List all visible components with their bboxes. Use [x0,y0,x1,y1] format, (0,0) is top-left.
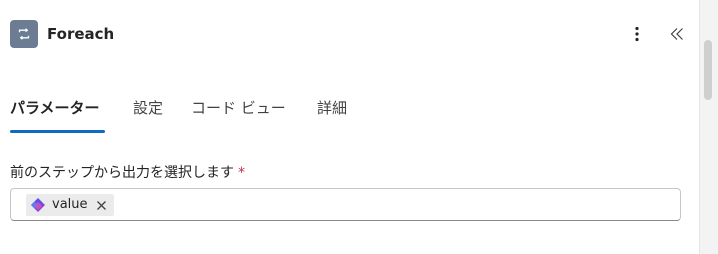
close-icon [97,200,106,210]
value-token[interactable]: value [26,194,114,216]
field-label-text: 前のステップから出力を選択します [10,165,234,181]
tab-details[interactable]: 詳細 [317,96,347,120]
more-vertical-icon [635,26,639,42]
more-options-button[interactable] [627,22,647,46]
action-details-panel: Foreach パラメーター 設定 コード ビュー 詳細 前のステップから出力を… [0,0,718,254]
loop-icon [10,20,38,48]
collapse-panel-button[interactable] [666,22,688,46]
dynamic-content-icon [29,196,47,214]
scrollbar-thumb[interactable] [704,40,712,100]
active-tab-indicator [10,130,105,133]
previous-step-output-input[interactable]: value [10,188,681,221]
remove-token-button[interactable] [96,199,108,211]
double-chevron-left-icon [670,28,683,40]
panel-header: Foreach [10,20,690,48]
tab-settings[interactable]: 設定 [133,96,163,120]
token-label: value [52,197,88,212]
tab-code-view[interactable]: コード ビュー [191,96,286,120]
action-title[interactable]: Foreach [47,24,114,44]
panel-scrollbar[interactable] [699,0,718,254]
tab-parameters[interactable]: パラメーター [10,96,100,120]
required-mark: * [238,165,245,181]
field-label: 前のステップから出力を選択します * [10,163,245,183]
